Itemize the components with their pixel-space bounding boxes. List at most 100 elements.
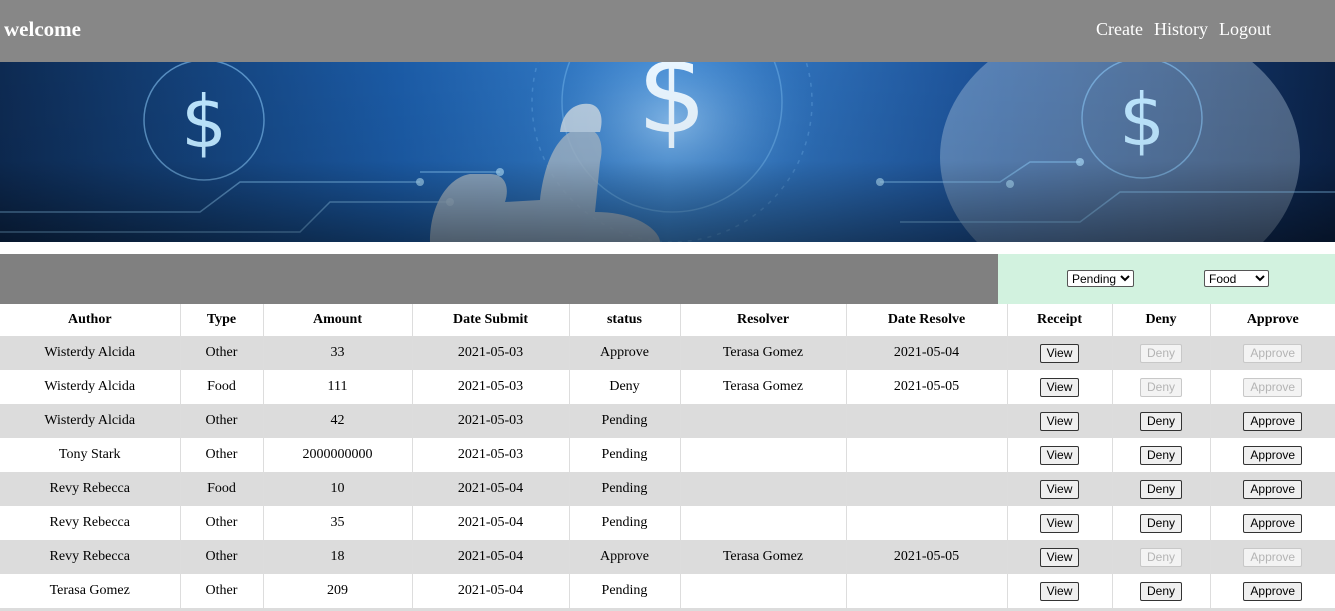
column-header-amount[interactable]: Amount bbox=[263, 304, 413, 336]
approve-button[interactable]: Approve bbox=[1243, 547, 1303, 567]
deny-cell: Deny bbox=[1112, 472, 1211, 506]
status-cell: Deny bbox=[569, 370, 681, 404]
deny-button[interactable]: Deny bbox=[1139, 513, 1182, 533]
dollar-sign-icon: $ $ $ bbox=[0, 62, 1335, 242]
status-cell: Pending bbox=[569, 438, 681, 472]
approve-button[interactable]: Approve bbox=[1243, 377, 1303, 397]
column-header-type[interactable]: Type bbox=[180, 304, 264, 336]
date-submit-cell: 2021-05-04 bbox=[412, 506, 570, 540]
column-header-status[interactable]: status bbox=[569, 304, 681, 336]
receipt-cell: View bbox=[1007, 472, 1113, 506]
amount-cell: 35 bbox=[263, 506, 413, 540]
deny-button[interactable]: Deny bbox=[1139, 377, 1182, 397]
date-resolve-cell: 2021-05-05 bbox=[846, 540, 1008, 574]
view-receipt-button[interactable]: View bbox=[1039, 581, 1080, 601]
view-receipt-button[interactable]: View bbox=[1039, 445, 1080, 465]
type-cell: Food bbox=[180, 472, 264, 506]
author-cell: Revy Rebecca bbox=[0, 506, 181, 540]
amount-cell: 10 bbox=[263, 472, 413, 506]
deny-button[interactable]: Deny bbox=[1139, 479, 1182, 499]
column-header-date-submit[interactable]: Date Submit bbox=[412, 304, 570, 336]
deny-button[interactable]: Deny bbox=[1139, 343, 1182, 363]
type-cell: Other bbox=[180, 540, 264, 574]
amount-cell: 2000000000 bbox=[263, 438, 413, 472]
date-resolve-cell bbox=[846, 574, 1008, 608]
receipt-cell: View bbox=[1007, 336, 1113, 370]
column-header-date-resolve[interactable]: Date Resolve bbox=[846, 304, 1008, 336]
column-header-author[interactable]: Author bbox=[0, 304, 181, 336]
amount-cell: 33 bbox=[263, 336, 413, 370]
table-row: Terasa Gomez Other 209 2021-05-04 Pendin… bbox=[0, 574, 1335, 608]
approve-button[interactable]: Approve bbox=[1243, 479, 1303, 499]
resolver-cell: Terasa Gomez bbox=[680, 540, 847, 574]
filter-bar-left bbox=[0, 254, 998, 304]
date-submit-cell: 2021-05-03 bbox=[412, 404, 570, 438]
date-resolve-cell bbox=[846, 404, 1008, 438]
approve-cell: Approve bbox=[1210, 438, 1335, 472]
receipt-cell: View bbox=[1007, 506, 1113, 540]
status-filter-select[interactable]: Pending bbox=[1067, 270, 1134, 287]
view-receipt-button[interactable]: View bbox=[1039, 547, 1080, 567]
column-header-resolver[interactable]: Resolver bbox=[680, 304, 847, 336]
column-header-approve[interactable]: Approve bbox=[1210, 304, 1335, 336]
author-cell: Revy Rebecca bbox=[0, 540, 181, 574]
receipt-cell: View bbox=[1007, 574, 1113, 608]
type-cell: Other bbox=[180, 506, 264, 540]
nav-create-link[interactable]: Create bbox=[1096, 19, 1143, 40]
type-cell: Other bbox=[180, 336, 264, 370]
table-header-row: Author Type Amount Date Submit status Re… bbox=[0, 304, 1335, 336]
amount-cell: 18 bbox=[263, 540, 413, 574]
date-resolve-cell bbox=[846, 472, 1008, 506]
approve-button[interactable]: Approve bbox=[1243, 513, 1303, 533]
approve-cell: Approve bbox=[1210, 404, 1335, 438]
deny-cell: Deny bbox=[1112, 540, 1211, 574]
reimbursement-table: Author Type Amount Date Submit status Re… bbox=[0, 304, 1335, 608]
receipt-cell: View bbox=[1007, 404, 1113, 438]
nav-history-link[interactable]: History bbox=[1154, 19, 1208, 40]
approve-cell: Approve bbox=[1210, 336, 1335, 370]
amount-cell: 111 bbox=[263, 370, 413, 404]
status-cell: Approve bbox=[569, 336, 681, 370]
table-row: Revy Rebecca Food 10 2021-05-04 Pending … bbox=[0, 472, 1335, 506]
deny-button[interactable]: Deny bbox=[1139, 547, 1182, 567]
table-row: Wisterdy Alcida Other 33 2021-05-03 Appr… bbox=[0, 336, 1335, 370]
approve-button[interactable]: Approve bbox=[1243, 343, 1303, 363]
author-cell: Wisterdy Alcida bbox=[0, 370, 181, 404]
approve-button[interactable]: Approve bbox=[1243, 411, 1303, 431]
table-row: Revy Rebecca Other 35 2021-05-04 Pending… bbox=[0, 506, 1335, 540]
approve-button[interactable]: Approve bbox=[1243, 445, 1303, 465]
view-receipt-button[interactable]: View bbox=[1039, 343, 1080, 363]
nav-logout-link[interactable]: Logout bbox=[1219, 19, 1271, 40]
deny-cell: Deny bbox=[1112, 506, 1211, 540]
view-receipt-button[interactable]: View bbox=[1039, 377, 1080, 397]
date-resolve-cell bbox=[846, 438, 1008, 472]
deny-button[interactable]: Deny bbox=[1139, 411, 1182, 431]
table-row: Wisterdy Alcida Food 111 2021-05-03 Deny… bbox=[0, 370, 1335, 404]
author-cell: Wisterdy Alcida bbox=[0, 336, 181, 370]
date-submit-cell: 2021-05-03 bbox=[412, 438, 570, 472]
approve-button[interactable]: Approve bbox=[1243, 581, 1303, 601]
column-header-receipt[interactable]: Receipt bbox=[1007, 304, 1113, 336]
column-header-deny[interactable]: Deny bbox=[1112, 304, 1211, 336]
view-receipt-button[interactable]: View bbox=[1039, 513, 1080, 533]
deny-cell: Deny bbox=[1112, 370, 1211, 404]
approve-cell: Approve bbox=[1210, 472, 1335, 506]
type-filter-select[interactable]: Food bbox=[1204, 270, 1269, 287]
date-resolve-cell bbox=[846, 506, 1008, 540]
author-cell: Revy Rebecca bbox=[0, 472, 181, 506]
view-receipt-button[interactable]: View bbox=[1039, 411, 1080, 431]
resolver-cell bbox=[680, 404, 847, 438]
deny-cell: Deny bbox=[1112, 336, 1211, 370]
table-row: Wisterdy Alcida Other 42 2021-05-03 Pend… bbox=[0, 404, 1335, 438]
date-resolve-cell: 2021-05-05 bbox=[846, 370, 1008, 404]
type-cell: Food bbox=[180, 370, 264, 404]
author-cell: Wisterdy Alcida bbox=[0, 404, 181, 438]
deny-button[interactable]: Deny bbox=[1139, 445, 1182, 465]
deny-button[interactable]: Deny bbox=[1139, 581, 1182, 601]
view-receipt-button[interactable]: View bbox=[1039, 479, 1080, 499]
status-cell: Approve bbox=[569, 540, 681, 574]
banner-image: $ $ $ bbox=[0, 62, 1335, 242]
resolver-cell bbox=[680, 472, 847, 506]
receipt-cell: View bbox=[1007, 438, 1113, 472]
resolver-cell bbox=[680, 574, 847, 608]
